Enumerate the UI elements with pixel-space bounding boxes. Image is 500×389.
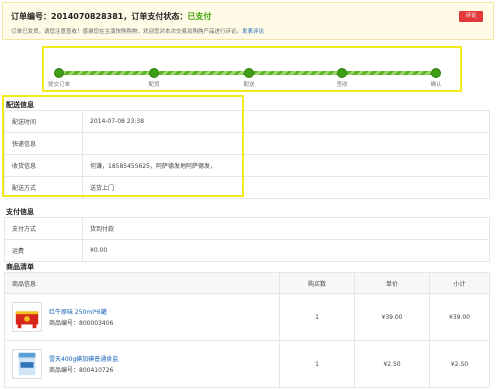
goods-row: 红牛原味 250ml*6罐 商品编号：800003406 1 ¥39.00 ¥3…: [4, 293, 490, 341]
step-dot-confirm: [431, 68, 441, 78]
delivery-label: 配送方式: [4, 176, 83, 199]
payment-label: 运费: [4, 239, 83, 262]
order-progress: 提交订单 配货 配送 签收 确认: [42, 46, 462, 92]
delivery-row: 配送时间 2014-07-08 23:38: [4, 110, 490, 133]
delivery-value: [82, 132, 490, 155]
delivery-table: 配送时间 2014-07-08 23:38 快递信息 收货信息 何谦，18585…: [4, 110, 490, 199]
goods-header-price: 单价: [354, 272, 430, 294]
review-link[interactable]: 发表评论: [242, 29, 264, 35]
goods-table: 商品信息 购买数 单价 小计 红牛原味 250ml*6罐 商品编号：800003…: [4, 272, 490, 388]
delivery-label: 快递信息: [4, 132, 83, 155]
step-label-submit: 提交订单: [47, 82, 71, 88]
product-thumbnail-salt[interactable]: [12, 349, 42, 379]
payment-section-title: 支付信息: [6, 208, 34, 216]
order-header: 订单编号：2014070828381，订单支付状态：已支付 订单已发货，请您注意…: [2, 2, 494, 40]
payment-value: 货到付款: [82, 217, 490, 240]
order-notice: 订单已发货，请您注意查收！感谢您在主演快购购物，欢迎您对本次交易及购购产品进行评…: [11, 27, 264, 35]
step-label-confirm: 确认: [430, 82, 442, 88]
step-dot-pick: [149, 68, 159, 78]
goods-header-qty: 购买数: [279, 272, 355, 294]
product-price: ¥39.00: [354, 293, 430, 341]
product-code: 商品编号：800410726: [49, 367, 114, 374]
step-label-ship: 配送: [243, 82, 255, 88]
review-button[interactable]: 评论: [459, 11, 483, 22]
step-label-pick: 配货: [148, 82, 160, 88]
payment-label: 支付方式: [4, 217, 83, 240]
goods-section-title: 商品清单: [6, 263, 34, 271]
goods-row: 雪天400g碘加碘普通食盐 商品编号：800410726 1 ¥2.50 ¥2.…: [4, 340, 490, 388]
payment-row: 支付方式 货到付款: [4, 217, 490, 240]
goods-header-info: 商品信息: [4, 272, 280, 294]
step-dot-submit: [54, 68, 64, 78]
delivery-section-title: 配送信息: [6, 101, 34, 109]
delivery-row: 收货信息 何谦，18585455625，阿萨德发地阿萨德发，: [4, 154, 490, 177]
delivery-value: 2014-07-08 23:38: [82, 110, 490, 133]
delivery-value: 何谦，18585455625，阿萨德发地阿萨德发，: [82, 154, 490, 177]
product-subtotal: ¥2.50: [429, 340, 490, 388]
delivery-label: 配送时间: [4, 110, 83, 133]
product-thumbnail-redbull[interactable]: [12, 302, 42, 332]
delivery-value: 送货上门: [82, 176, 490, 199]
product-subtotal: ¥39.00: [429, 293, 490, 341]
delivery-row: 配送方式 送货上门: [4, 176, 490, 199]
product-qty: 1: [279, 340, 355, 388]
step-label-receive: 签收: [336, 82, 348, 88]
delivery-row: 快递信息: [4, 132, 490, 155]
goods-header-subtotal: 小计: [429, 272, 490, 294]
order-title-text: 订单编号：2014070828381，订单支付状态：: [11, 12, 188, 21]
product-qty: 1: [279, 293, 355, 341]
product-price: ¥2.50: [354, 340, 430, 388]
order-notice-text: 订单已发货，请您注意查收！感谢您在主演快购购物，欢迎您对本次交易及购购产品进行评…: [11, 29, 243, 35]
payment-row: 运费 ¥0.00: [4, 239, 490, 262]
goods-header-row: 商品信息 购买数 单价 小计: [4, 272, 490, 294]
goods-info-cell: 红牛原味 250ml*6罐 商品编号：800003406: [4, 293, 280, 341]
payment-value: ¥0.00: [82, 239, 490, 262]
product-name-link[interactable]: 红牛原味 250ml*6罐: [49, 307, 107, 316]
product-code: 商品编号：800003406: [49, 320, 114, 327]
product-name-link[interactable]: 雪天400g碘加碘普通食盐: [49, 354, 118, 363]
delivery-label: 收货信息: [4, 154, 83, 177]
payment-table: 支付方式 货到付款 运费 ¥0.00: [4, 217, 490, 262]
step-dot-receive: [337, 68, 347, 78]
order-status: 已支付: [187, 12, 212, 21]
step-dot-ship: [244, 68, 254, 78]
order-title: 订单编号：2014070828381，订单支付状态：已支付: [11, 11, 211, 22]
goods-info-cell: 雪天400g碘加碘普通食盐 商品编号：800410726: [4, 340, 280, 388]
